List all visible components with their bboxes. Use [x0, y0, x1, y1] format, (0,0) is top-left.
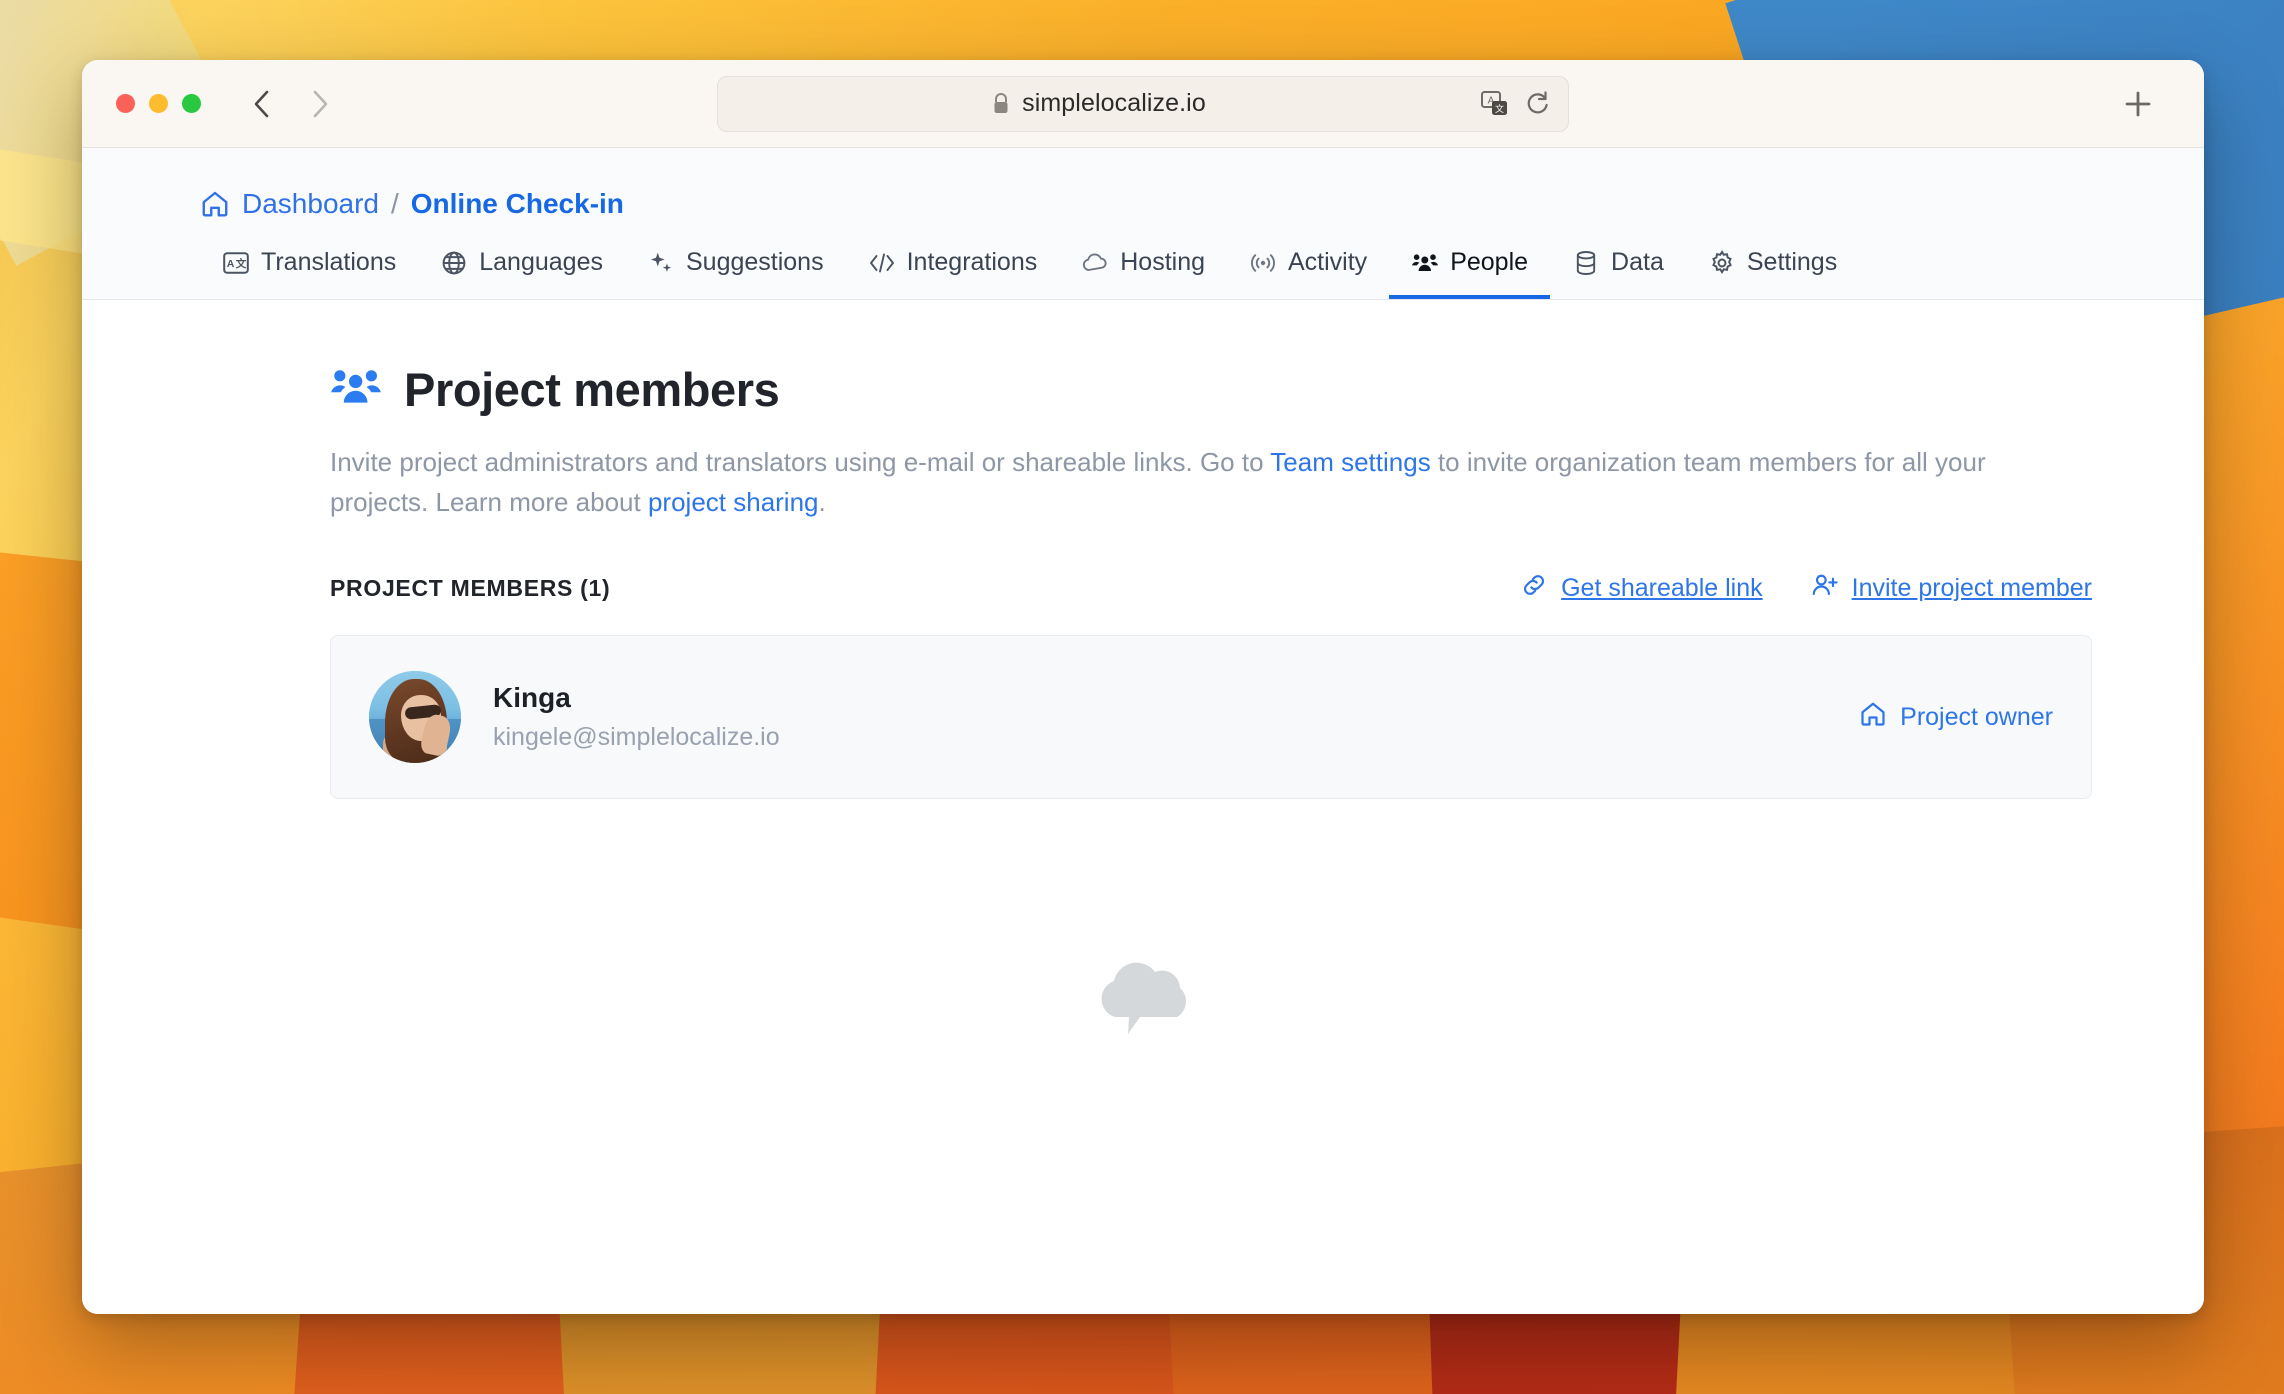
- tab-translations[interactable]: A 文 Translations: [200, 242, 418, 299]
- broadcast-icon: [1249, 249, 1277, 277]
- tab-label: Activity: [1288, 248, 1368, 276]
- desktop-wallpaper: simplelocalize.io A 文 Dashboard / Online…: [0, 0, 2284, 1394]
- code-brackets-icon: [868, 249, 896, 277]
- person-add-icon: [1811, 572, 1839, 605]
- tab-settings[interactable]: Settings: [1686, 242, 1859, 299]
- tab-label: Data: [1611, 248, 1664, 276]
- back-button[interactable]: [245, 87, 279, 121]
- project-sharing-link[interactable]: project sharing: [648, 487, 819, 517]
- tab-suggestions[interactable]: Suggestions: [625, 242, 846, 299]
- forward-button[interactable]: [303, 87, 337, 121]
- avatar: [369, 671, 461, 764]
- member-row[interactable]: Kinga kingele@simplelocalize.io Project …: [330, 635, 2092, 800]
- members-section-actions: Get shareable link Invite project member: [1520, 572, 2092, 605]
- tab-label: Settings: [1746, 248, 1838, 276]
- svg-text:A: A: [227, 258, 235, 270]
- action-label: Get shareable link: [1561, 574, 1763, 603]
- tab-label: Integrations: [906, 248, 1038, 276]
- tab-people[interactable]: People: [1389, 242, 1551, 299]
- link-chain-icon: [1520, 572, 1548, 605]
- sparkles-icon: [647, 249, 675, 277]
- action-label: Invite project member: [1851, 574, 2092, 603]
- reload-icon[interactable]: [1524, 90, 1550, 118]
- members-section-header: PROJECT MEMBERS (1) Get shareable link I…: [330, 572, 2092, 605]
- page-content: Project members Invite project administr…: [82, 300, 2204, 1314]
- project-nav-tabs: A 文 Translations Languages Suggestions I…: [82, 220, 2204, 299]
- chevron-right-icon: [313, 90, 328, 117]
- navigation-arrows: [245, 87, 337, 121]
- page-description: Invite project administrators and transl…: [330, 443, 2080, 522]
- tab-integrations[interactable]: Integrations: [846, 242, 1060, 299]
- home-icon: [1859, 700, 1887, 735]
- chevron-left-icon: [254, 90, 269, 117]
- database-icon: [1572, 249, 1600, 277]
- tab-label: Languages: [479, 248, 603, 276]
- tab-label: Suggestions: [685, 248, 824, 276]
- tab-activity[interactable]: Activity: [1227, 242, 1389, 299]
- desc-part-1: Invite project administrators and transl…: [330, 447, 1271, 477]
- close-window-button[interactable]: [116, 94, 135, 113]
- cloud-speech-bubble-icon: [1078, 948, 1208, 1058]
- members-list: Kinga kingele@simplelocalize.io Project …: [330, 635, 2092, 800]
- address-bar-content: simplelocalize.io: [718, 89, 1480, 118]
- tab-hosting[interactable]: Hosting: [1059, 242, 1227, 299]
- address-bar-actions: A 文: [1480, 90, 1568, 118]
- team-settings-link[interactable]: Team settings: [1270, 447, 1430, 477]
- translate-icon[interactable]: A 文: [1480, 90, 1510, 118]
- page-title-row: Project members: [330, 362, 2112, 417]
- url-text: simplelocalize.io: [1022, 89, 1206, 117]
- tab-data[interactable]: Data: [1550, 242, 1686, 299]
- gear-icon: [1708, 249, 1736, 277]
- people-group-icon: [330, 364, 382, 415]
- members-section-title: PROJECT MEMBERS (1): [330, 575, 611, 602]
- minimize-window-button[interactable]: [149, 94, 168, 113]
- member-role-badge: Project owner: [1859, 700, 2053, 735]
- svg-text:文: 文: [1495, 103, 1504, 114]
- tab-label: People: [1450, 248, 1529, 276]
- invite-project-member-button[interactable]: Invite project member: [1811, 572, 2092, 605]
- translate-card-icon: A 文: [222, 249, 250, 277]
- member-email: kingele@simplelocalize.io: [493, 723, 780, 752]
- tab-languages[interactable]: Languages: [418, 242, 625, 299]
- svg-text:文: 文: [235, 257, 247, 270]
- new-tab-button[interactable]: [2118, 84, 2158, 124]
- member-info: Kinga kingele@simplelocalize.io: [493, 682, 780, 752]
- desc-part-3: .: [818, 486, 826, 517]
- breadcrumb-current-project[interactable]: Online Check-in: [411, 188, 624, 220]
- project-members-page: Project members Invite project administr…: [330, 300, 2112, 800]
- address-bar[interactable]: simplelocalize.io A 文: [717, 75, 1569, 132]
- tab-label: Hosting: [1120, 248, 1205, 276]
- tab-label: Translations: [261, 248, 397, 276]
- people-icon: [1411, 249, 1439, 277]
- get-shareable-link-button[interactable]: Get shareable link: [1520, 572, 1763, 605]
- page-title: Project members: [404, 363, 780, 416]
- window-controls: [116, 94, 201, 113]
- lock-icon: [994, 92, 1008, 113]
- cloud-icon: [1081, 249, 1109, 277]
- globe-icon: [440, 249, 468, 277]
- plus-icon: [2125, 91, 2151, 116]
- member-role-label: Project owner: [1900, 702, 2053, 731]
- zoom-window-button[interactable]: [182, 94, 201, 113]
- member-name: Kinga: [493, 682, 571, 714]
- breadcrumb: Dashboard / Online Check-in: [82, 148, 2204, 220]
- breadcrumb-separator: /: [390, 188, 399, 219]
- breadcrumb-dashboard[interactable]: Dashboard: [242, 188, 379, 220]
- home-icon[interactable]: [200, 189, 230, 219]
- browser-window: simplelocalize.io A 文 Dashboard / Online…: [82, 60, 2204, 1314]
- browser-toolbar: simplelocalize.io A 文: [82, 60, 2204, 148]
- app-header: Dashboard / Online Check-in A 文 Translat…: [82, 148, 2204, 300]
